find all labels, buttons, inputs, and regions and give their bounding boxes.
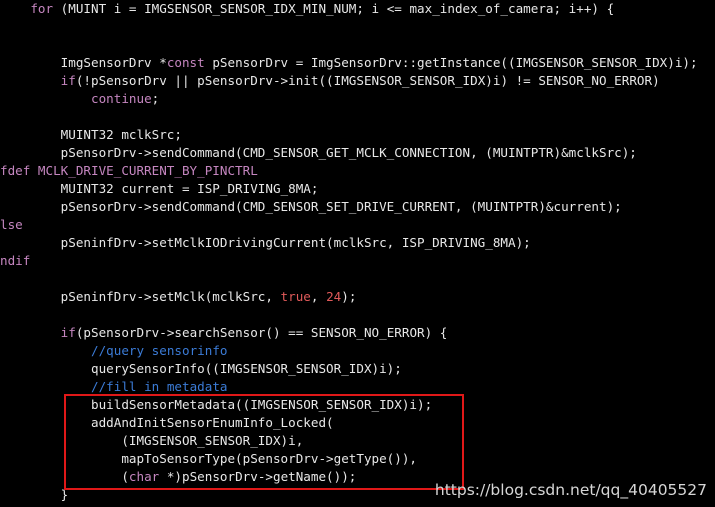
code-preprocessor: fdef MCLK_DRIVE_CURRENT_BY_PINCTRL: [0, 163, 258, 178]
code-line[interactable]: ImgSensorDrv *const pSensorDrv = ImgSens…: [0, 54, 698, 72]
code-text: MUINT32 current = ISP_DRIVING_8MA;: [0, 181, 319, 196]
code-line[interactable]: pSeninfDrv->setMclk(mclkSrc, true, 24);: [0, 288, 357, 306]
code-line[interactable]: if(!pSensorDrv || pSensorDrv->init((IMGS…: [0, 72, 660, 90]
code-line[interactable]: ndif: [0, 252, 30, 270]
code-line[interactable]: (char *)pSensorDrv->getName());: [0, 468, 356, 486]
code-text: pSeninfDrv->setMclk(mclkSrc,: [0, 289, 281, 304]
code-line[interactable]: addAndInitSensorEnumInfo_Locked(: [0, 414, 334, 432]
code-line[interactable]: if(pSensorDrv->searchSensor() == SENSOR_…: [0, 324, 448, 342]
code-keyword: if: [60, 325, 76, 340]
watermark-url: https://blog.csdn.net/qq_40405527: [434, 481, 707, 499]
code-keyword: const: [166, 55, 205, 70]
code-line[interactable]: //fill in metadata: [0, 378, 227, 396]
code-text: }: [0, 487, 69, 502]
code-line[interactable]: //query sensorinfo: [0, 342, 227, 360]
code-comment: //fill in metadata: [91, 379, 228, 394]
code-text: (: [0, 469, 129, 484]
code-text: pSeninfDrv->setMclkIODrivingCurrent(mclk…: [0, 235, 531, 250]
code-text: pSensorDrv->sendCommand(CMD_SENSOR_GET_M…: [0, 145, 637, 160]
code-line[interactable]: MUINT32 mclkSrc;: [0, 126, 182, 144]
code-text: (MUINT i = IMGSENSOR_SENSOR_IDX_MIN_NUM;…: [53, 1, 615, 16]
code-preprocessor: ndif: [0, 253, 31, 268]
code-keyword: for: [30, 1, 54, 16]
code-text: ImgSensorDrv *: [0, 55, 167, 70]
code-text: pSensorDrv = ImgSensorDrv::getInstance((…: [204, 55, 698, 70]
code-line[interactable]: lse: [0, 216, 23, 234]
code-line[interactable]: querySensorInfo((IMGSENSOR_SENSOR_IDX)i)…: [0, 360, 402, 378]
code-literal: true: [280, 289, 311, 304]
code-text: MUINT32 mclkSrc;: [0, 127, 182, 142]
code-keyword: char: [128, 469, 160, 484]
code-text: (IMGSENSOR_SENSOR_IDX)i,: [0, 433, 304, 448]
code-line[interactable]: continue;: [0, 90, 159, 108]
code-line[interactable]: (IMGSENSOR_SENSOR_IDX)i,: [0, 432, 303, 450]
code-line[interactable]: }: [0, 486, 69, 504]
code-line[interactable]: pSeninfDrv->setMclkIODrivingCurrent(mclk…: [0, 234, 531, 252]
code-text: pSensorDrv->sendCommand(CMD_SENSOR_SET_D…: [0, 199, 622, 214]
code-text: );: [341, 289, 357, 304]
code-line[interactable]: pSensorDrv->sendCommand(CMD_SENSOR_SET_D…: [0, 198, 622, 216]
code-text: (!pSensorDrv || pSensorDrv->init((IMGSEN…: [75, 73, 660, 88]
code-line[interactable]: MUINT32 current = ISP_DRIVING_8MA;: [0, 180, 319, 198]
code-line[interactable]: for (MUINT i = IMGSENSOR_SENSOR_IDX_MIN_…: [0, 0, 614, 18]
code-comment: //query sensorinfo: [91, 343, 228, 358]
code-line[interactable]: fdef MCLK_DRIVE_CURRENT_BY_PINCTRL: [0, 162, 258, 180]
code-text: ,: [310, 289, 327, 304]
code-text: mapToSensorType(pSensorDrv->getType()),: [0, 451, 418, 466]
code-editor[interactable]: for (MUINT i = IMGSENSOR_SENSOR_IDX_MIN_…: [0, 0, 715, 507]
code-text: *)pSensorDrv->getName());: [159, 469, 357, 484]
code-literal: 24: [326, 289, 342, 304]
code-text: buildSensorMetadata((IMGSENSOR_SENSOR_ID…: [0, 397, 433, 412]
code-preprocessor: lse: [0, 217, 23, 232]
code-text: querySensorInfo((IMGSENSOR_SENSOR_IDX)i)…: [0, 361, 402, 376]
code-line[interactable]: buildSensorMetadata((IMGSENSOR_SENSOR_ID…: [0, 396, 432, 414]
code-text: ;: [151, 91, 160, 106]
code-keyword: if: [60, 73, 76, 88]
code-line[interactable]: pSensorDrv->sendCommand(CMD_SENSOR_GET_M…: [0, 144, 637, 162]
code-keyword: continue: [91, 91, 152, 106]
code-text: (pSensorDrv->searchSensor() == SENSOR_NO…: [75, 325, 448, 340]
code-line[interactable]: mapToSensorType(pSensorDrv->getType()),: [0, 450, 417, 468]
code-text: addAndInitSensorEnumInfo_Locked(: [0, 415, 334, 430]
